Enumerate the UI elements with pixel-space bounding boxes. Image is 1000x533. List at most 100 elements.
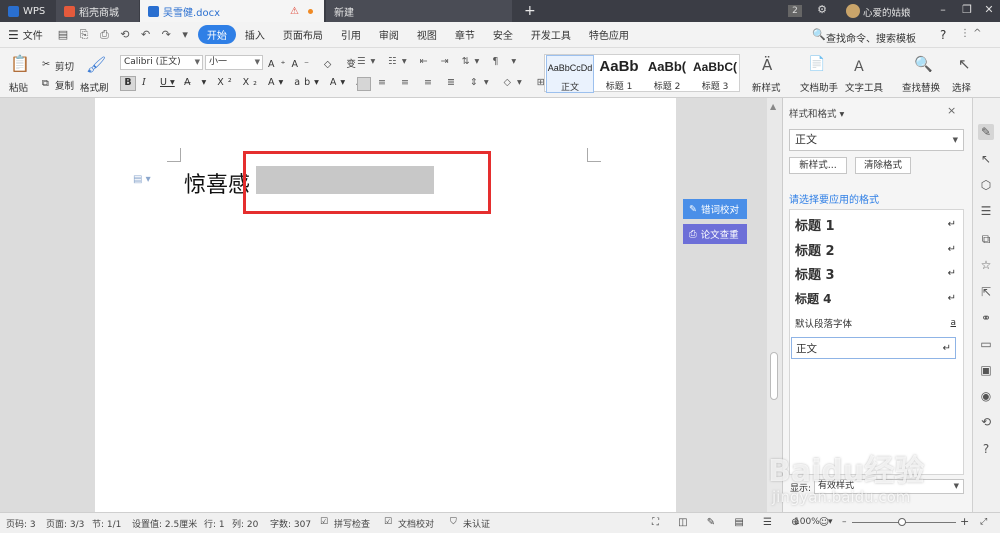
- select-cursor-icon[interactable]: ↖: [978, 151, 994, 167]
- scroll-up-icon[interactable]: ▲: [770, 102, 776, 111]
- select-button[interactable]: 选择: [952, 80, 971, 94]
- star-icon[interactable]: ☆: [978, 257, 994, 273]
- format-painter-icon[interactable]: 🖌: [86, 55, 106, 74]
- scissors-icon[interactable]: ✂: [42, 59, 50, 70]
- image-icon[interactable]: ▣: [978, 362, 994, 378]
- copy-icon[interactable]: ⧉: [42, 78, 49, 89]
- new-tab-button[interactable]: +: [516, 0, 536, 22]
- doc-check-button[interactable]: 文档校对: [398, 517, 434, 530]
- bold-button[interactable]: B: [120, 76, 136, 91]
- minimize-icon[interactable]: –: [934, 2, 952, 18]
- search-icon[interactable]: 🔍: [812, 28, 826, 41]
- tab-docer-store[interactable]: 稻壳商城: [56, 0, 139, 22]
- menu-features[interactable]: 特色应用: [580, 27, 638, 42]
- new-style-icon[interactable]: Ä: [762, 56, 772, 74]
- cursor-icon[interactable]: ↖: [958, 55, 971, 73]
- more-menu-icon[interactable]: ⋮ ^: [960, 28, 982, 39]
- style-heading-3[interactable]: AaBbC( 标题 3: [691, 55, 739, 93]
- spell-check-icon[interactable]: ☑: [320, 517, 328, 527]
- text-tools-button[interactable]: 文字工具: [845, 80, 883, 94]
- notification-badge[interactable]: 2: [788, 5, 802, 17]
- style-item-heading-3[interactable]: 标题 3 ↵: [795, 262, 960, 284]
- doc-helper-icon[interactable]: 📄: [808, 56, 825, 72]
- text-format-icons[interactable]: A̶ ▾ X² X₂ A▾ ab▾ A▾ A: [184, 77, 367, 88]
- skin-icon[interactable]: ⚙: [813, 2, 831, 18]
- adjust-icon[interactable]: ☰: [978, 203, 994, 219]
- share-icon[interactable]: ⇱: [978, 284, 994, 300]
- paste-button[interactable]: 粘贴: [9, 80, 28, 94]
- status-section[interactable]: 节: 1/1: [92, 517, 121, 530]
- paste-icon[interactable]: 📋: [10, 54, 30, 73]
- certification-status[interactable]: 未认证: [463, 517, 490, 530]
- tab-wps-home[interactable]: WPS: [0, 0, 55, 22]
- archive-icon[interactable]: ▭: [978, 336, 994, 352]
- underline-button[interactable]: U ▾: [160, 77, 175, 88]
- italic-button[interactable]: I: [142, 77, 146, 88]
- avatar[interactable]: [846, 4, 860, 18]
- tab-document[interactable]: 吴雪健.docx ⚠: [140, 0, 324, 22]
- menu-view[interactable]: 视图: [408, 27, 446, 42]
- style-item-default-font[interactable]: 默认段落字体 a: [795, 312, 960, 334]
- spell-check-button[interactable]: 拼写检查: [334, 517, 370, 530]
- style-item-normal[interactable]: 正文 ↵: [791, 337, 956, 359]
- status-pages[interactable]: 页面: 3/3: [46, 517, 84, 530]
- font-size-adjust-icons[interactable]: A⁺A⁻ ◇ 变: [268, 56, 362, 70]
- clear-format-button[interactable]: 清除格式: [855, 157, 911, 174]
- doc-check-icon[interactable]: ☑: [384, 517, 392, 527]
- shapes-icon[interactable]: ⬡: [978, 177, 994, 193]
- menu-chapter[interactable]: 章节: [446, 27, 484, 42]
- styles-pen-icon[interactable]: ✎: [978, 124, 994, 140]
- quick-access-icons[interactable]: ▤ ⎘ ⎙ ⟲ ↶ ↷ ▾: [58, 28, 192, 42]
- style-item-heading-2[interactable]: 标题 2 ↵: [795, 238, 960, 260]
- style-list[interactable]: 标题 1 ↵ 标题 2 ↵ 标题 3 ↵ 标题 4 ↵ 默认段落字体 a 正文 …: [789, 209, 964, 475]
- current-style-select[interactable]: 正文 ▼: [789, 129, 964, 151]
- alignment-icons[interactable]: ≡ ≡ ≡ ≣ ⇕▾ ◇▾ ⊞▾: [378, 77, 562, 88]
- panel-close-icon[interactable]: ×: [947, 104, 956, 117]
- maximize-icon[interactable]: ❐: [958, 2, 976, 18]
- document-text[interactable]: 惊喜感: [184, 167, 250, 199]
- find-replace-icon[interactable]: 🔍: [914, 55, 933, 73]
- backup-icon[interactable]: ◉: [978, 388, 994, 404]
- menu-page-layout[interactable]: 页面布局: [274, 27, 332, 42]
- list-format-icons[interactable]: ☰▾ ☷▾ ⇤ ⇥ ⇅▾ ¶ ▾: [357, 56, 521, 67]
- new-style-button[interactable]: 新样式: [752, 80, 781, 94]
- menu-insert[interactable]: 插入: [236, 27, 274, 42]
- status-word-count[interactable]: 字数: 307: [270, 517, 311, 530]
- style-heading-1[interactable]: AaBb 标题 1: [595, 55, 643, 93]
- copy-button[interactable]: 复制: [55, 78, 74, 92]
- proofread-button[interactable]: ✎ 错词校对: [683, 199, 747, 219]
- user-name[interactable]: 心爱的姑娘: [863, 5, 911, 19]
- menu-file[interactable]: 文件: [19, 27, 52, 42]
- close-icon[interactable]: ✕: [980, 2, 998, 18]
- font-size-select[interactable]: 小一 ▼: [205, 55, 263, 70]
- font-family-select[interactable]: Calibri (正文) ▼: [120, 55, 203, 70]
- new-style-panel-button[interactable]: 新样式...: [789, 157, 847, 174]
- status-row[interactable]: 行: 1: [204, 517, 225, 530]
- status-page-number[interactable]: 页码: 3: [6, 517, 36, 530]
- paragraph-handle-icon[interactable]: ▤ ▾: [133, 174, 151, 185]
- tab-new[interactable]: 新建: [326, 0, 512, 22]
- menu-home[interactable]: 开始: [197, 25, 236, 44]
- menu-references[interactable]: 引用: [332, 27, 370, 42]
- gallery-icon[interactable]: ⧉: [978, 231, 994, 247]
- find-replace-button[interactable]: 查找替换: [902, 80, 940, 94]
- menu-hamburger-icon[interactable]: ☰: [8, 28, 19, 42]
- style-normal[interactable]: AaBbCcDd 正文: [546, 55, 594, 93]
- style-item-heading-4[interactable]: 标题 4 ↵: [795, 287, 960, 309]
- format-painter-button[interactable]: 格式刷: [80, 80, 109, 94]
- style-heading-2[interactable]: AaBb( 标题 2: [643, 55, 691, 93]
- status-setting[interactable]: 设置值: 2.5厘米: [132, 517, 197, 530]
- search-commands[interactable]: 查找命令、搜索模板: [826, 30, 916, 45]
- align-left-button[interactable]: [357, 77, 371, 91]
- status-column[interactable]: 列: 20: [232, 517, 258, 530]
- doc-helper-button[interactable]: 文档助手: [800, 80, 838, 94]
- scrollbar-thumb[interactable]: [770, 352, 778, 400]
- cut-button[interactable]: 剪切: [55, 59, 74, 73]
- history-icon[interactable]: ⟲: [978, 414, 994, 430]
- help-icon[interactable]: ?: [940, 28, 946, 42]
- text-tools-icon[interactable]: Ａ: [852, 56, 866, 76]
- menu-developer[interactable]: 开发工具: [522, 27, 580, 42]
- link-icon[interactable]: ⚭: [978, 310, 994, 326]
- menu-security[interactable]: 安全: [484, 27, 522, 42]
- menu-review[interactable]: 审阅: [370, 27, 408, 42]
